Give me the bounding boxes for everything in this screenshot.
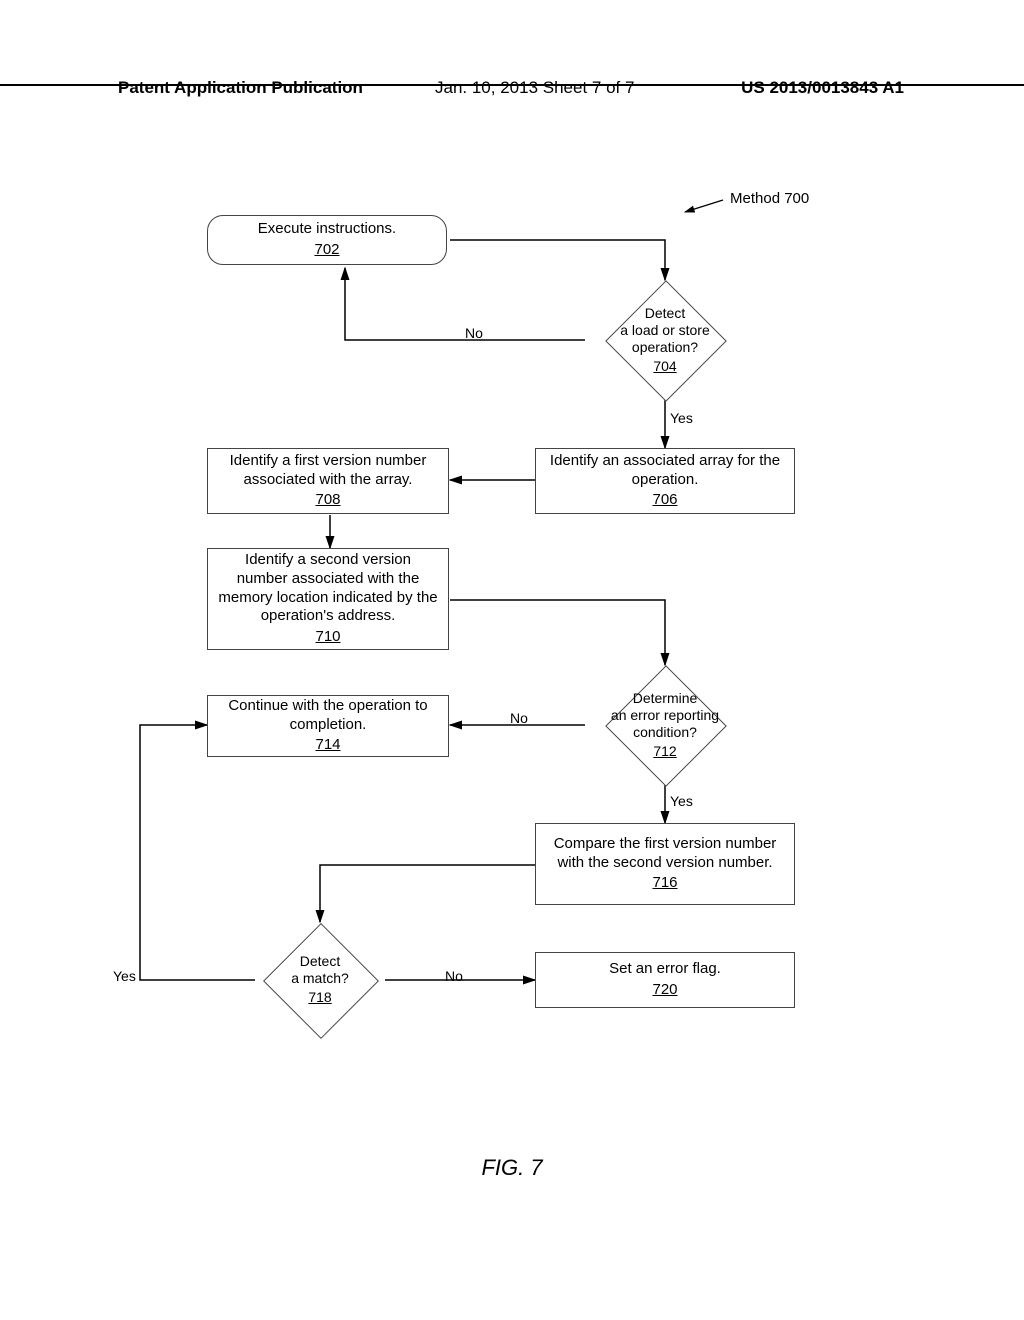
step-text: Identify a second version number associa…: [218, 551, 438, 626]
diamond-ref: 712: [653, 743, 676, 760]
edge-yes: Yes: [670, 410, 693, 426]
step-text: Identify a first version number associat…: [218, 452, 438, 490]
step-ref: 714: [315, 736, 340, 755]
header-mid: Jan. 10, 2013 Sheet 7 of 7: [435, 78, 634, 98]
flowchart: Method 700 Execute instructions. 702 Det…: [115, 210, 895, 1160]
step-714: Continue with the operation to completio…: [207, 695, 449, 757]
diamond-ref: 718: [308, 989, 331, 1006]
step-ref: 708: [315, 491, 340, 510]
edge-yes: Yes: [113, 968, 136, 984]
diamond-ref: 704: [653, 358, 676, 375]
step-ref: 716: [652, 874, 677, 893]
connectors: [115, 210, 895, 1160]
step-text: Set an error flag.: [609, 960, 721, 979]
step-720: Set an error flag. 720: [535, 952, 795, 1008]
step-text: Continue with the operation to completio…: [218, 697, 438, 735]
diamond-line: a load or store: [620, 322, 710, 339]
decision-712: Determine an error reporting condition? …: [585, 665, 745, 785]
page-header: Patent Application Publication Jan. 10, …: [0, 78, 1024, 86]
step-702: Execute instructions. 702: [207, 215, 447, 265]
step-text: Compare the first version number with th…: [546, 835, 784, 873]
edge-no: No: [445, 968, 463, 984]
step-ref: 702: [314, 241, 339, 260]
step-708: Identify a first version number associat…: [207, 448, 449, 514]
step-ref: 710: [315, 628, 340, 647]
edge-no: No: [510, 710, 528, 726]
step-710: Identify a second version number associa…: [207, 548, 449, 650]
decision-704: Detect a load or store operation? 704: [585, 280, 745, 400]
page: Patent Application Publication Jan. 10, …: [0, 0, 1024, 1320]
header-left: Patent Application Publication: [118, 78, 363, 98]
decision-718: Detect a match? 718: [250, 922, 390, 1037]
step-716: Compare the first version number with th…: [535, 823, 795, 905]
diamond-line: a match?: [291, 970, 349, 987]
diamond-line: an error reporting: [611, 707, 719, 724]
diamond-line: condition?: [633, 724, 697, 741]
diamond-line: Determine: [633, 690, 698, 707]
header-right: US 2013/0013843 A1: [741, 78, 904, 98]
diamond-line: Detect: [300, 953, 340, 970]
method-label: Method 700: [730, 190, 809, 207]
figure-caption: FIG. 7: [0, 1155, 1024, 1181]
step-text: Identify an associated array for the ope…: [546, 452, 784, 490]
diamond-line: operation?: [632, 339, 698, 356]
diamond-line: Detect: [645, 305, 685, 322]
edge-yes: Yes: [670, 793, 693, 809]
edge-no: No: [465, 325, 483, 341]
step-ref: 706: [652, 491, 677, 510]
step-ref: 720: [652, 981, 677, 1000]
step-706: Identify an associated array for the ope…: [535, 448, 795, 514]
step-text: Execute instructions.: [258, 220, 396, 239]
